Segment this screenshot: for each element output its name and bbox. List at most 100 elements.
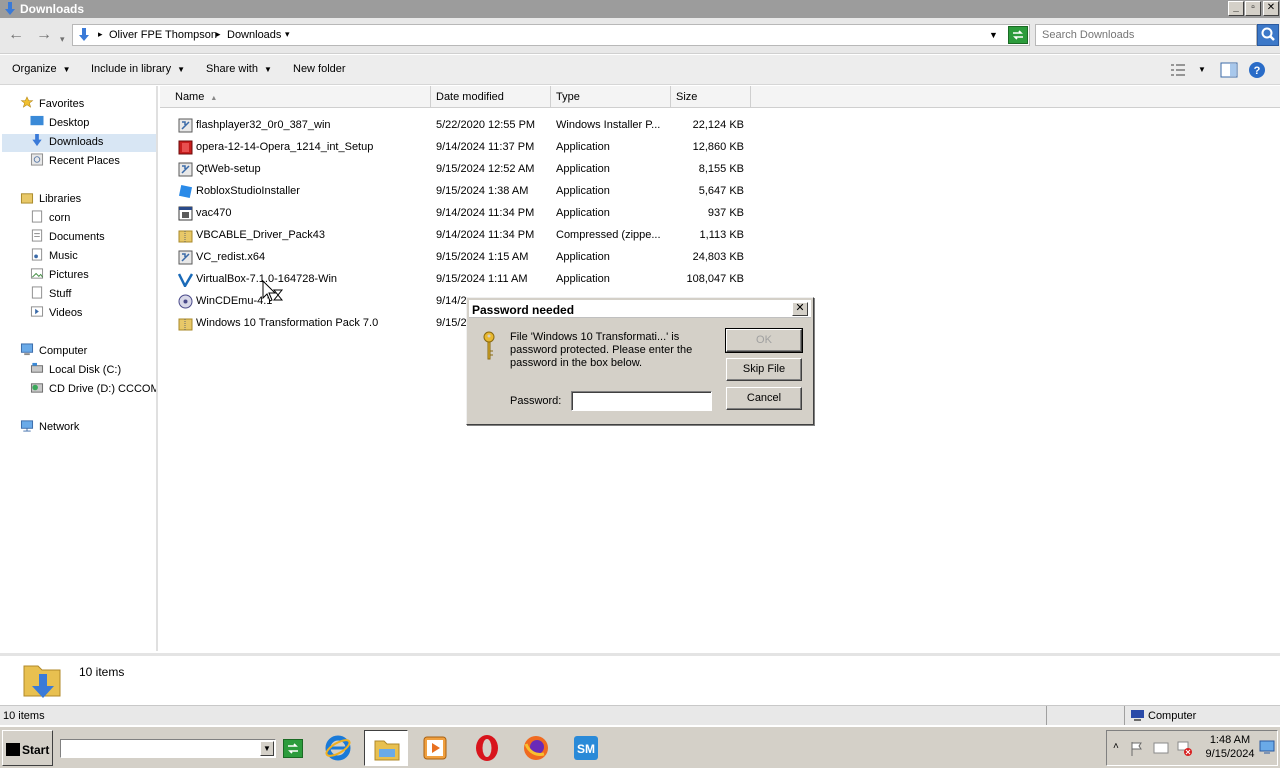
start-button[interactable]: Start [2, 730, 53, 766]
show-hidden-icons-icon[interactable]: ˄ [1113, 741, 1119, 752]
file-row[interactable]: opera-12-14-Opera_1214_int_Setup 9/14/20… [176, 137, 756, 158]
breadcrumb-downloads[interactable]: Downloads [227, 29, 281, 41]
media-player-icon [423, 736, 447, 760]
taskbar-file-explorer[interactable] [364, 730, 408, 766]
nav-desktop[interactable]: Desktop [30, 115, 89, 133]
column-header-date[interactable]: Date modified [431, 86, 551, 108]
address-bar-area: ← → ▾ ▸ Oliver FPE Thompson ▸ Downloads … [0, 18, 1280, 54]
file-row[interactable]: vac470 9/14/2024 11:34 PM Application 93… [176, 203, 756, 224]
file-row[interactable]: RobloxStudioInstaller 9/15/2024 1:38 AM … [176, 181, 756, 202]
taskbar-go-button[interactable] [283, 739, 303, 758]
column-header-filler [751, 86, 1280, 108]
taskbar-media-player[interactable] [413, 730, 457, 766]
address-bar[interactable]: ▸ Oliver FPE Thompson ▸ Downloads ▾ ▼ [72, 24, 1030, 46]
seamonkey-icon: SM [574, 736, 598, 760]
file-explorer-icon [374, 740, 400, 761]
file-row[interactable]: flashplayer32_0r0_387_win 5/22/2020 12:5… [176, 115, 756, 136]
details-pane: 10 items [0, 653, 1280, 705]
explorer-window: Downloads _ ▫ ✕ ← → ▾ ▸ Oliver FPE Thomp… [0, 0, 1280, 768]
organize-menu[interactable]: Organize ▼ [12, 63, 71, 75]
close-window-button[interactable]: ✕ [1263, 1, 1279, 16]
preview-pane-icon[interactable] [1220, 62, 1238, 78]
back-button[interactable]: ← [8, 27, 24, 43]
documents-icon [31, 229, 43, 242]
help-icon[interactable]: ? [1248, 61, 1266, 79]
nav-library-documents[interactable]: Documents [30, 229, 105, 247]
downloads-location-icon [79, 28, 89, 41]
nav-favorites[interactable]: Favorites [20, 96, 84, 114]
password-label: Password: [510, 395, 562, 407]
cd-drive-icon [30, 383, 44, 393]
dialog-title: Password needed [472, 303, 575, 317]
dialog-message: File 'Windows 10 Transformati...' is pas… [510, 331, 693, 369]
nav-libraries[interactable]: Libraries [20, 191, 81, 209]
nav-library-stuff[interactable]: Stuff [30, 286, 71, 304]
display-icon[interactable] [1153, 741, 1169, 757]
status-item-count: 10 items [3, 710, 45, 722]
minimize-button[interactable]: _ [1228, 1, 1244, 16]
new-folder-button[interactable]: New folder [293, 63, 346, 75]
breadcrumb-separator-icon[interactable]: ▸ [98, 29, 103, 40]
share-with-menu[interactable]: Share with ▼ [206, 63, 272, 75]
system-clock[interactable]: 1:48 AM 9/15/2024 [1196, 733, 1264, 761]
nav-recent-places[interactable]: Recent Places [30, 153, 120, 171]
column-header-type[interactable]: Type [551, 86, 671, 108]
nav-library-videos[interactable]: Videos [30, 305, 82, 323]
wincdemu-icon [178, 294, 193, 309]
breadcrumb-separator-icon[interactable]: ▸ [216, 29, 221, 40]
nav-downloads[interactable]: Downloads [2, 134, 156, 152]
nav-library-pictures[interactable]: Pictures [30, 267, 89, 285]
ok-button[interactable]: OK [725, 328, 803, 353]
nav-computer[interactable]: Computer [20, 343, 87, 361]
column-header-name[interactable]: Name ▲ [160, 86, 431, 108]
search-icon [1261, 27, 1275, 41]
address-history-dropdown-icon[interactable]: ▼ [989, 30, 998, 40]
recent-pages-dropdown[interactable]: ▾ [60, 31, 65, 47]
nav-local-disk[interactable]: Local Disk (C:) [30, 362, 121, 380]
virtualbox-icon [178, 273, 193, 287]
opera-icon [476, 735, 498, 761]
refresh-button[interactable] [1008, 26, 1028, 44]
taskbar-firefox[interactable] [514, 730, 558, 766]
star-icon [20, 96, 34, 108]
nav-network[interactable]: Network [20, 419, 79, 437]
view-options-icon[interactable] [1170, 63, 1186, 77]
search-button[interactable] [1257, 24, 1279, 46]
restore-button[interactable]: ▫ [1245, 1, 1261, 16]
breadcrumb-dropdown-icon[interactable]: ▾ [285, 29, 290, 40]
view-dropdown-icon[interactable]: ▼ [1198, 65, 1206, 74]
skip-file-button[interactable]: Skip File [726, 358, 802, 381]
file-row[interactable]: VBCABLE_Driver_Pack43 9/14/2024 11:34 PM… [176, 225, 756, 246]
column-header-size[interactable]: Size [671, 86, 751, 108]
go-icon [288, 743, 298, 754]
dropdown-arrow-icon[interactable]: ▼ [260, 741, 274, 756]
start-logo-icon [6, 743, 20, 756]
downloads-folder-icon [5, 2, 15, 15]
action-center-flag-icon[interactable] [1129, 741, 1145, 757]
forward-button[interactable]: → [36, 27, 52, 43]
taskbar-address-input[interactable]: ▼ [60, 739, 276, 758]
search-input[interactable] [1042, 29, 1252, 41]
taskbar-opera[interactable] [465, 730, 509, 766]
include-in-library-menu[interactable]: Include in library ▼ [91, 63, 185, 75]
taskbar-seamonkey[interactable]: SM [564, 730, 608, 766]
search-box[interactable] [1035, 24, 1257, 46]
password-input[interactable] [571, 391, 712, 411]
window-title: Downloads [20, 2, 85, 16]
status-location: Computer [1148, 710, 1197, 722]
network-disconnected-icon[interactable] [1177, 741, 1193, 757]
nav-cd-drive[interactable]: CD Drive (D:) CCCOMA [30, 381, 156, 399]
dropdown-arrow-icon: ▼ [263, 65, 272, 74]
cancel-button[interactable]: Cancel [726, 387, 802, 410]
nav-library-corn[interactable]: corn [30, 210, 70, 228]
taskbar-internet-explorer[interactable] [316, 730, 360, 766]
nav-library-music[interactable]: Music [30, 248, 78, 266]
installer-icon [178, 250, 193, 265]
file-row[interactable]: QtWeb-setup 9/15/2024 12:52 AM Applicati… [176, 159, 756, 180]
file-row[interactable]: VC_redist.x64 9/15/2024 1:15 AM Applicat… [176, 247, 756, 268]
command-bar: Organize ▼ Include in library ▼ Share with… [0, 55, 1280, 85]
breadcrumb-user[interactable]: Oliver FPE Thompson [109, 29, 217, 41]
dialog-title-bar: Password needed ✕ [469, 300, 811, 318]
dialog-close-button[interactable]: ✕ [792, 302, 808, 316]
svg-text:SM: SM [577, 742, 595, 756]
